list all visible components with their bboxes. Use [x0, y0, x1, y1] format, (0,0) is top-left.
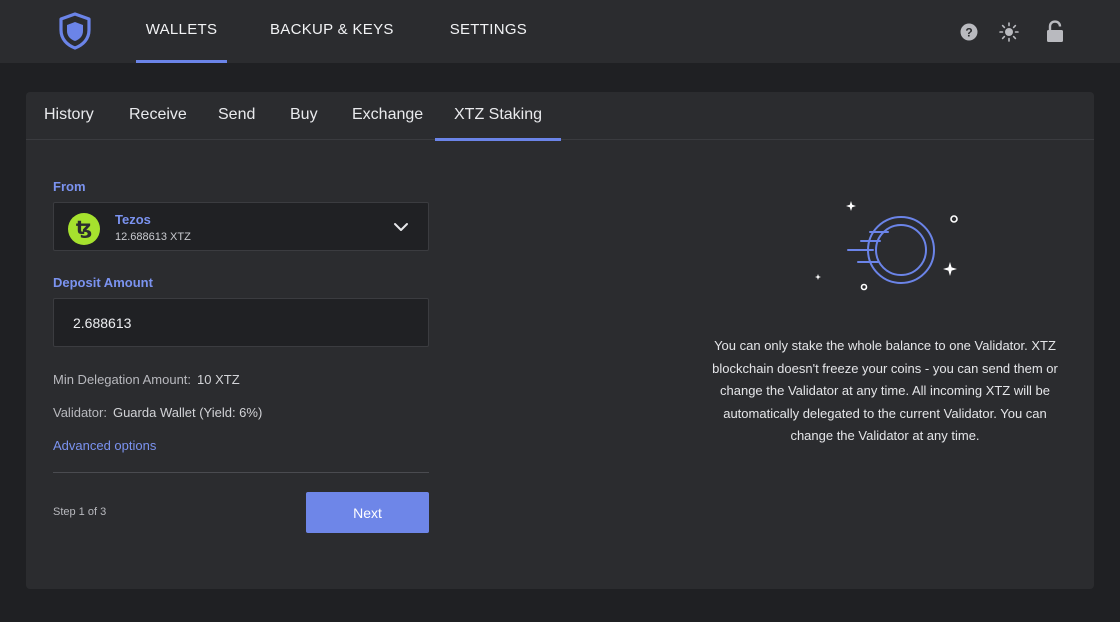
chevron-down-icon[interactable] — [393, 220, 409, 232]
tab-buy[interactable]: Buy — [290, 92, 318, 140]
min-delegation-row: Min Delegation Amount: 10 XTZ — [53, 372, 240, 387]
next-button[interactable]: Next — [306, 492, 429, 533]
staking-panel: History Receive Send Buy Exchange XTZ St… — [26, 92, 1094, 589]
wallet-subtabs: History Receive Send Buy Exchange XTZ St… — [26, 92, 1094, 141]
advanced-options-link[interactable]: Advanced options — [53, 438, 156, 453]
nav-settings[interactable]: SETTINGS — [450, 0, 527, 63]
nav-backup-keys[interactable]: BACKUP & KEYS — [270, 0, 394, 63]
validator-value: Guarda Wallet (Yield: 6%) — [112, 405, 263, 420]
staking-coin-illustration-icon — [808, 196, 960, 298]
tab-send[interactable]: Send — [218, 92, 255, 140]
main-nav: WALLETS BACKUP & KEYS SETTINGS — [136, 0, 527, 63]
nav-wallets[interactable]: WALLETS — [136, 0, 227, 63]
tab-history[interactable]: History — [44, 92, 94, 140]
lock-icon[interactable] — [1044, 19, 1066, 43]
deposit-amount-input[interactable] — [54, 299, 428, 346]
tab-xtz-staking[interactable]: XTZ Staking — [434, 92, 562, 141]
top-icons: ? — [958, 19, 1066, 43]
from-coin-select[interactable]: ꜩ Tezos 12.688613 XTZ — [53, 202, 429, 251]
min-delegation-value: 10 XTZ — [197, 372, 240, 387]
from-label: From — [53, 179, 86, 194]
validator-label: Validator: — [53, 405, 107, 420]
step-indicator: Step 1 of 3 — [53, 506, 107, 518]
tezos-coin-icon: ꜩ — [68, 213, 100, 245]
coin-name: Tezos — [115, 212, 151, 227]
min-delegation-label: Min Delegation Amount: — [53, 372, 192, 387]
svg-text:?: ? — [965, 26, 972, 40]
form-divider — [53, 472, 429, 473]
deposit-amount-label: Deposit Amount — [53, 275, 153, 290]
help-icon[interactable]: ? — [958, 19, 980, 43]
top-bar: WALLETS BACKUP & KEYS SETTINGS ? — [0, 0, 1120, 63]
coin-balance: 12.688613 XTZ — [115, 231, 191, 243]
staking-info-text: You can only stake the whole balance to … — [712, 338, 1058, 443]
validator-row: Validator: Guarda Wallet (Yield: 6%) — [53, 405, 262, 420]
deposit-amount-field[interactable] — [53, 298, 429, 347]
theme-sun-icon[interactable] — [998, 19, 1020, 43]
tab-exchange[interactable]: Exchange — [352, 92, 423, 140]
guarda-shield-logo-icon[interactable] — [58, 12, 92, 50]
tab-receive[interactable]: Receive — [129, 92, 187, 140]
